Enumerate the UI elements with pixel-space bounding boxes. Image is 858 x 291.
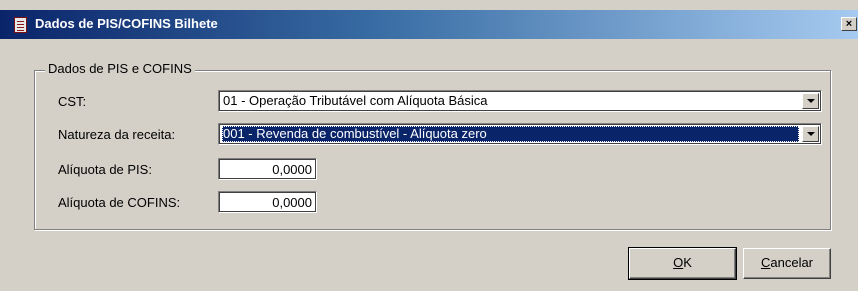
aliquota-pis-label: Alíquota de PIS: bbox=[58, 162, 152, 177]
cancel-label: ancelar bbox=[770, 255, 814, 270]
natureza-receita-value: 001 - Revenda de combustível - Alíquota … bbox=[222, 126, 799, 142]
natureza-label: Natureza da receita: bbox=[58, 127, 176, 142]
document-icon bbox=[14, 17, 27, 33]
groupbox-legend: Dados de PIS e COFINS bbox=[45, 61, 195, 76]
cst-combobox[interactable]: 01 - Operação Tributável com Alíquota Bá… bbox=[218, 90, 822, 112]
window-title: Dados de PIS/COFINS Bilhete bbox=[35, 16, 218, 31]
close-button[interactable]: × bbox=[841, 17, 857, 31]
close-icon: × bbox=[845, 18, 853, 30]
ok-mnemonic: O bbox=[673, 255, 684, 270]
aliquota-pis-field[interactable]: 0,0000 bbox=[218, 158, 317, 180]
cst-label: CST: bbox=[58, 94, 87, 109]
ok-button[interactable]: OK bbox=[628, 247, 737, 280]
natureza-receita-combobox[interactable]: 001 - Revenda de combustível - Alíquota … bbox=[218, 123, 822, 145]
cst-value: 01 - Operação Tributável com Alíquota Bá… bbox=[223, 93, 488, 108]
chevron-down-icon[interactable] bbox=[802, 93, 819, 109]
ok-label: K bbox=[683, 255, 692, 270]
title-bar[interactable]: Dados de PIS/COFINS Bilhete × bbox=[0, 10, 858, 39]
chevron-down-icon[interactable] bbox=[802, 126, 819, 142]
aliquota-cofins-field[interactable]: 0,0000 bbox=[218, 191, 317, 213]
cancel-mnemonic: C bbox=[760, 255, 771, 270]
aliquota-cofins-label: Alíquota de COFINS: bbox=[58, 195, 181, 210]
dialog-window: Dados de PIS/COFINS Bilhete × Dados de P… bbox=[0, 0, 858, 291]
cancel-button[interactable]: Cancelar bbox=[743, 248, 831, 279]
